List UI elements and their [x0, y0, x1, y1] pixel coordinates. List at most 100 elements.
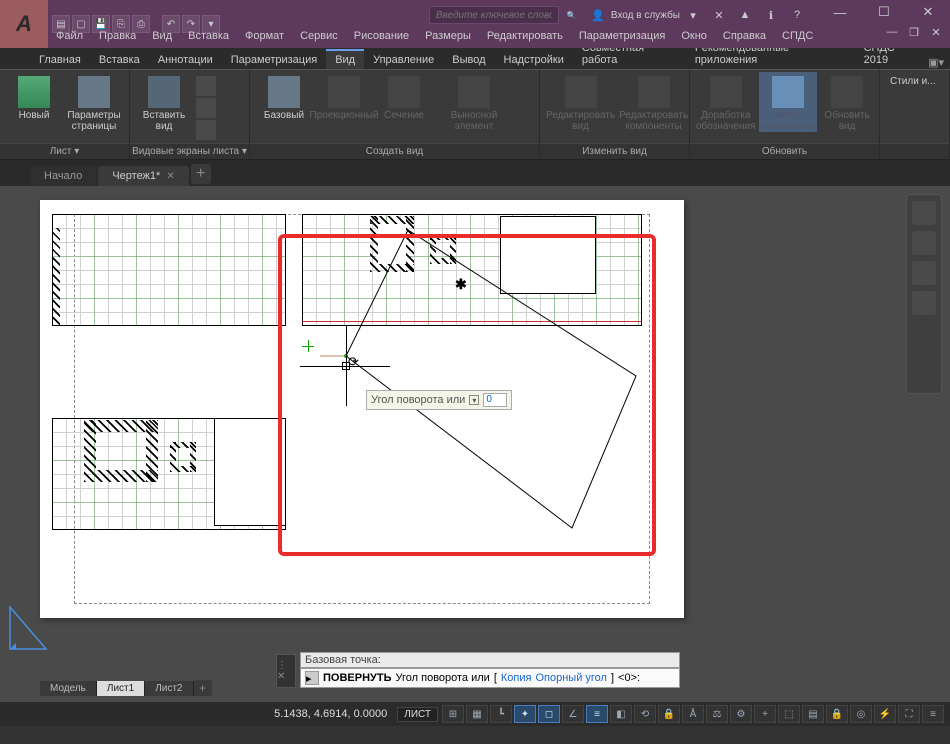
status-coordinates: 5.1438, 4.6914, 0.0000 [264, 708, 397, 720]
drawing-area[interactable]: ✱ ⟳ Угол поворота или ▾ 0 [0, 186, 950, 702]
viewport-lock-icon[interactable] [196, 120, 216, 140]
status-autoscale-icon[interactable]: ⚖ [706, 705, 728, 723]
status-workspace-icon[interactable]: ⚙ [730, 705, 752, 723]
exchange-icon[interactable]: ✕ [708, 4, 730, 26]
panel-viewports-title[interactable]: Видовые экраны листа ▾ [130, 143, 249, 159]
status-isolate-icon[interactable]: ◎ [850, 705, 872, 723]
menu-parametric[interactable]: Параметризация [571, 24, 673, 48]
command-line-handle[interactable]: ⋮ ✕ [276, 654, 296, 688]
viewport-rect-icon[interactable] [196, 76, 216, 96]
detail-view-button: Выносной элемент [436, 72, 512, 132]
status-transparency-icon[interactable]: ◧ [610, 705, 632, 723]
ribbon-tab-parametric[interactable]: Параметризация [222, 51, 326, 69]
hatch-frame-bl-small [170, 442, 196, 472]
menu-modify[interactable]: Редактировать [479, 24, 571, 48]
layout-tab-model[interactable]: Модель [40, 681, 97, 696]
menu-tools[interactable]: Сервис [292, 24, 346, 48]
ribbon-tab-home[interactable]: Главная [30, 51, 90, 69]
panel-edit-title: Изменить вид [540, 143, 689, 159]
styles-label[interactable]: Стили и... [886, 72, 940, 91]
status-annoscale-icon[interactable]: 🔒 [658, 705, 680, 723]
info-icon[interactable]: ℹ [760, 4, 782, 26]
menu-help[interactable]: Справка [715, 24, 774, 48]
ribbon-tab-manage[interactable]: Управление [364, 51, 443, 69]
menu-dimension[interactable]: Размеры [417, 24, 479, 48]
ribbon-tab-annotate[interactable]: Аннотации [149, 51, 222, 69]
symbol-sketch-button: Доработка обозначения [696, 72, 755, 132]
status-annomonitor-icon[interactable]: + [754, 705, 776, 723]
status-lock-ui-icon[interactable]: 🔒 [826, 705, 848, 723]
layout-tab-add[interactable]: + [194, 680, 212, 696]
nav-wheel-icon[interactable] [912, 201, 936, 225]
menu-insert[interactable]: Вставка [180, 24, 237, 48]
command-default: <0>: [618, 672, 640, 684]
status-bar: 5.1438, 4.6914, 0.0000 ЛИСТ ⊞ ▦ ┗ ✦ ◻ ∠ … [0, 702, 950, 726]
status-ortho-icon[interactable]: ┗ [490, 705, 512, 723]
ribbon-tab-view[interactable]: Вид [326, 49, 364, 69]
ribbon-tab-output[interactable]: Вывод [443, 51, 494, 69]
ribbon-expand-icon[interactable]: ▣▾ [928, 56, 944, 69]
close-button[interactable]: ✕ [906, 0, 950, 24]
status-cleanscreen-icon[interactable]: ⛶ [898, 705, 920, 723]
signin-dropdown-icon[interactable]: ▾ [682, 4, 704, 26]
status-grid-icon[interactable]: ⊞ [442, 705, 464, 723]
doc-tab-add[interactable]: + [191, 164, 211, 184]
base-view-button[interactable]: Базовый [256, 72, 312, 121]
status-otrack-icon[interactable]: ∠ [562, 705, 584, 723]
viewport-clip-icon[interactable] [196, 98, 216, 118]
nav-zoom-icon[interactable] [912, 261, 936, 285]
nav-pan-icon[interactable] [912, 231, 936, 255]
doc-tab-close-icon[interactable]: ✕ [166, 171, 174, 182]
signin-label[interactable]: Вход в службы [611, 10, 680, 21]
menu-window[interactable]: Окно [673, 24, 715, 48]
doc-close-icon[interactable]: ✕ [928, 24, 944, 40]
edit-components-button: Редактировать компоненты [619, 72, 688, 132]
help-icon[interactable]: ? [786, 4, 808, 26]
menu-spds[interactable]: СПДС [774, 24, 821, 48]
document-tabs: Начало Чертеж1*✕ + [0, 160, 950, 186]
menu-view[interactable]: Вид [144, 24, 180, 48]
status-customize-icon[interactable]: ≡ [922, 705, 944, 723]
status-lwt-icon[interactable]: ≡ [586, 705, 608, 723]
menu-format[interactable]: Формат [237, 24, 292, 48]
status-units-icon[interactable]: ⬚ [778, 705, 800, 723]
ribbon-tab-insert[interactable]: Вставка [90, 51, 149, 69]
ribbon-tab-addins[interactable]: Надстройки [495, 51, 573, 69]
command-option-reference[interactable]: Опорный угол [535, 672, 607, 684]
status-snap-icon[interactable]: ▦ [466, 705, 488, 723]
layout-tab-2[interactable]: Лист2 [145, 681, 193, 696]
signin-icon[interactable]: 👤 [587, 4, 609, 26]
status-space[interactable]: ЛИСТ [397, 707, 438, 722]
new-layout-button[interactable]: Новый [6, 72, 62, 121]
minimize-button[interactable]: — [818, 0, 862, 24]
search-input[interactable] [429, 6, 559, 24]
command-line[interactable]: ⋮ ✕ Базовая точка: ▸ ПОВЕРНУТЬ Угол пово… [300, 652, 680, 688]
status-hwacc-icon[interactable]: ⚡ [874, 705, 896, 723]
edit-view-button: Редактировать вид [546, 72, 615, 132]
status-annovisibility-icon[interactable]: Å [682, 705, 704, 723]
status-cycling-icon[interactable]: ⟲ [634, 705, 656, 723]
status-osnap-icon[interactable]: ◻ [538, 705, 560, 723]
status-polar-icon[interactable]: ✦ [514, 705, 536, 723]
doc-minimize-icon[interactable]: — [884, 24, 900, 40]
menu-file[interactable]: Файл [48, 24, 91, 48]
menu-draw[interactable]: Рисование [346, 24, 417, 48]
maximize-button[interactable]: ☐ [862, 0, 906, 24]
page-setup-button[interactable]: Параметры страницы [66, 72, 122, 132]
nav-orbit-icon[interactable] [912, 291, 936, 315]
menu-bar: Файл Правка Вид Вставка Формат Сервис Ри… [48, 24, 821, 48]
app-logo[interactable]: A [0, 0, 48, 48]
search-go-icon[interactable]: 🔍 [561, 4, 583, 26]
status-quickprops-icon[interactable]: ▤ [802, 705, 824, 723]
doc-restore-icon[interactable]: ❐ [906, 24, 922, 40]
doc-tab-start[interactable]: Начало [30, 166, 96, 186]
panel-layout-title[interactable]: Лист ▾ [0, 143, 129, 159]
insert-view-button[interactable]: Вставить вид [136, 72, 192, 132]
auto-update-button[interactable]: Авто- обновление [759, 72, 817, 132]
app-store-icon[interactable]: ▲ [734, 4, 756, 26]
command-prompt-icon[interactable]: ▸ [305, 671, 319, 685]
command-option-copy[interactable]: Копия [501, 672, 532, 684]
menu-edit[interactable]: Правка [91, 24, 144, 48]
layout-tab-1[interactable]: Лист1 [97, 681, 145, 696]
doc-tab-active[interactable]: Чертеж1*✕ [98, 166, 188, 186]
